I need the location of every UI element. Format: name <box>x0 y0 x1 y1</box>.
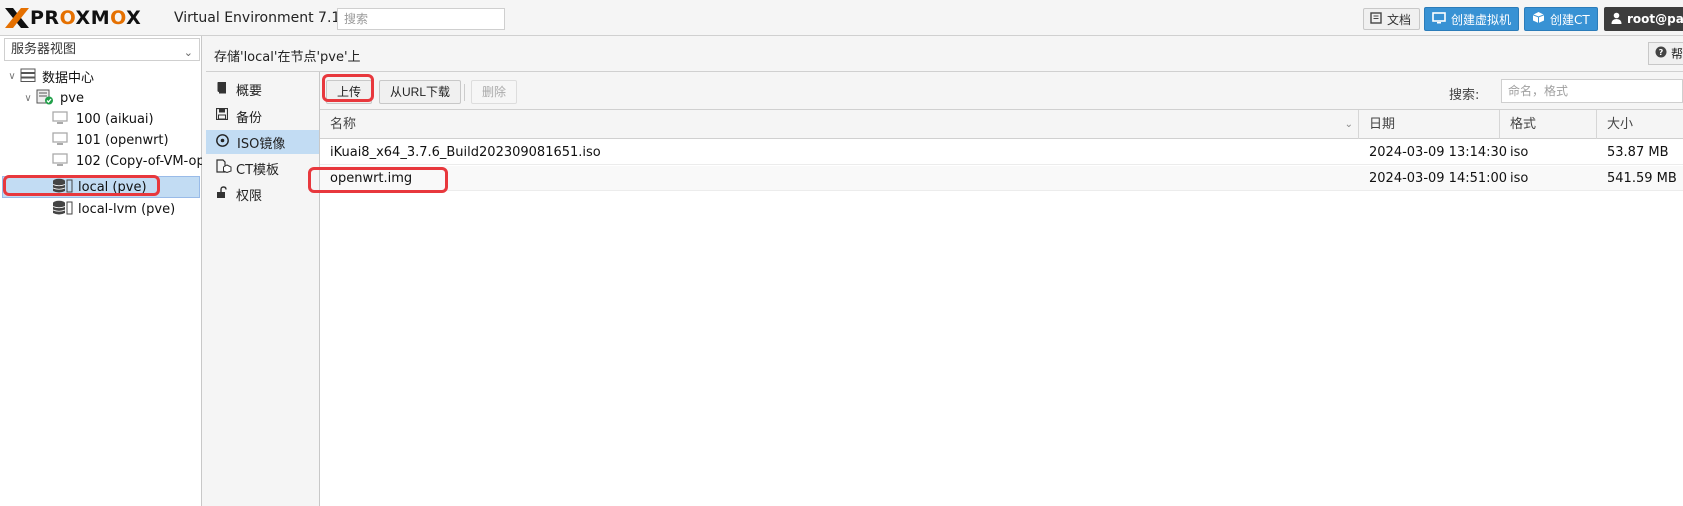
cell-format: iso <box>1510 145 1529 160</box>
tree-item-label: local (pve) <box>78 180 147 195</box>
server-view-select[interactable]: 服务器视图 ⌄ <box>4 38 200 61</box>
documentation-button[interactable]: 文档 <box>1363 8 1421 30</box>
vm-monitor-icon <box>52 131 68 150</box>
cell-format: iso <box>1510 171 1529 186</box>
help-button[interactable]: ? 帮助 <box>1648 42 1683 65</box>
cell-name: iKuai8_x64_3.7.6_Build202309081651.iso <box>330 145 601 160</box>
cell-date: 2024-03-09 13:14:30 <box>1369 145 1508 160</box>
global-search-input[interactable] <box>337 8 505 30</box>
floppy-disk-icon <box>215 107 229 124</box>
tree-item-vm-100[interactable]: 100 (aikuai) <box>52 109 154 130</box>
cube-icon <box>1532 11 1545 27</box>
column-label: 格式 <box>1510 117 1537 132</box>
cell-name: openwrt.img <box>330 171 413 186</box>
column-label: 名称 <box>330 117 357 132</box>
cell-size: 53.87 MB <box>1607 145 1669 160</box>
database-icon <box>52 178 74 198</box>
server-view-label: 服务器视图 <box>11 42 77 57</box>
column-menu-chevron-icon[interactable]: ⌄ <box>1345 110 1353 139</box>
monitor-icon <box>1432 11 1446 27</box>
tree-item-node-pve[interactable]: ∨ pve <box>22 88 84 109</box>
cell-size: 541.59 MB <box>1607 171 1677 186</box>
user-icon <box>1611 12 1622 27</box>
top-bar: PROXMOX Virtual Environment 7.1-7 文档 创建虚… <box>0 0 1683 36</box>
user-menu-button[interactable]: root@pam <box>1604 7 1683 31</box>
subnav-label: 权限 <box>236 188 263 204</box>
subnav-item-summary[interactable]: 概要 <box>206 77 319 101</box>
create-ct-label: 创建CT <box>1550 12 1590 27</box>
table-row[interactable]: iKuai8_x64_3.7.6_Build202309081651.iso 2… <box>320 140 1683 165</box>
column-header-name[interactable]: 名称 ⌄ <box>320 110 1359 139</box>
unlock-icon <box>216 185 228 203</box>
question-icon: ? <box>1655 46 1667 61</box>
column-label: 大小 <box>1607 117 1634 132</box>
search-label: 搜索: <box>1449 88 1480 103</box>
upload-button[interactable]: 上传 <box>326 80 373 104</box>
proxmox-x-icon <box>4 7 30 29</box>
subnav-label: ISO镜像 <box>237 136 286 152</box>
vm-monitor-icon <box>52 152 68 171</box>
cell-date: 2024-03-09 14:51:00 <box>1369 171 1508 186</box>
subnav-item-ct-templates[interactable]: CT模板 <box>206 156 319 180</box>
book-icon <box>216 81 228 98</box>
iso-images-view: 上传 从URL下载 删除 搜索: 名称 ⌄ 日期 格式 大小 iKuai8_x6… <box>320 72 1683 506</box>
collapse-caret-icon[interactable]: ∨ <box>6 71 18 82</box>
table-row[interactable]: openwrt.img 2024-03-09 14:51:00 iso 541.… <box>320 166 1683 191</box>
tree-item-label: 数据中心 <box>42 71 95 86</box>
filter-search-input[interactable] <box>1501 79 1683 103</box>
svg-text:?: ? <box>1659 48 1664 57</box>
collapse-caret-icon[interactable]: ∨ <box>22 93 34 104</box>
tree-item-label: pve <box>60 91 84 106</box>
subnav-item-backup[interactable]: 备份 <box>206 104 319 128</box>
subnav-label: CT模板 <box>236 162 280 178</box>
storage-subnav: 概要 备份 ISO镜像 CT模板 权限 <box>206 72 320 506</box>
tree-item-vm-102[interactable]: 102 (Copy-of-VM-openwrt) <box>52 151 202 172</box>
column-header-format[interactable]: 格式 <box>1500 110 1597 139</box>
column-header-date[interactable]: 日期 <box>1359 110 1500 139</box>
tree-item-label: 102 (Copy-of-VM-openwrt) <box>76 154 202 169</box>
tree-item-storage-local[interactable]: local (pve) <box>52 177 147 198</box>
book-icon <box>1370 11 1382 27</box>
create-vm-label: 创建虚拟机 <box>1451 12 1512 27</box>
tree-item-datacenter[interactable]: ∨ 数据中心 <box>6 66 94 87</box>
iso-toolbar: 上传 从URL下载 删除 搜索: <box>320 72 1683 110</box>
version-label: Virtual Environment 7.1-7 <box>174 10 355 26</box>
node-online-icon <box>36 89 54 109</box>
server-rack-icon <box>20 68 36 86</box>
resource-tree-panel: 服务器视图 ⌄ ∨ 数据中心 ∨ pve 100 (aikuai) 101 (o… <box>0 36 202 506</box>
vm-monitor-icon <box>52 110 68 129</box>
download-from-url-button[interactable]: 从URL下载 <box>379 80 462 104</box>
create-ct-button[interactable]: 创建CT <box>1524 7 1598 31</box>
chevron-down-icon: ⌄ <box>183 46 193 59</box>
grid-header: 名称 ⌄ 日期 格式 大小 <box>320 110 1683 139</box>
column-label: 日期 <box>1369 117 1396 132</box>
subnav-label: 概要 <box>236 83 263 99</box>
subnav-label: 备份 <box>236 110 263 126</box>
proxmox-logo[interactable]: PROXMOX <box>4 7 141 29</box>
column-header-size[interactable]: 大小 <box>1597 110 1683 139</box>
user-label: root@pam <box>1627 12 1683 26</box>
create-vm-button[interactable]: 创建虚拟机 <box>1424 7 1520 31</box>
proxmox-wordmark: PROXMOX <box>30 7 142 29</box>
help-label: 帮助 <box>1671 47 1683 61</box>
documentation-label: 文档 <box>1387 12 1412 27</box>
subnav-item-permissions[interactable]: 权限 <box>206 182 319 206</box>
disc-icon <box>216 133 229 151</box>
tree-item-label: 100 (aikuai) <box>76 112 154 127</box>
subnav-item-iso-images[interactable]: ISO镜像 <box>206 130 319 154</box>
content-header: 存储'local'在节点'pve'上 ? 帮助 <box>206 36 1683 72</box>
delete-button[interactable]: 删除 <box>471 80 518 104</box>
tree-item-label: 101 (openwrt) <box>76 133 169 148</box>
database-icon <box>52 200 74 220</box>
tree-item-label: local-lvm (pve) <box>78 202 176 217</box>
tree-item-vm-101[interactable]: 101 (openwrt) <box>52 130 169 151</box>
tree-item-storage-local-lvm[interactable]: local-lvm (pve) <box>52 199 175 220</box>
file-cube-icon <box>216 159 232 177</box>
page-title: 存储'local'在节点'pve'上 <box>214 50 361 65</box>
toolbar-separator <box>464 84 465 101</box>
